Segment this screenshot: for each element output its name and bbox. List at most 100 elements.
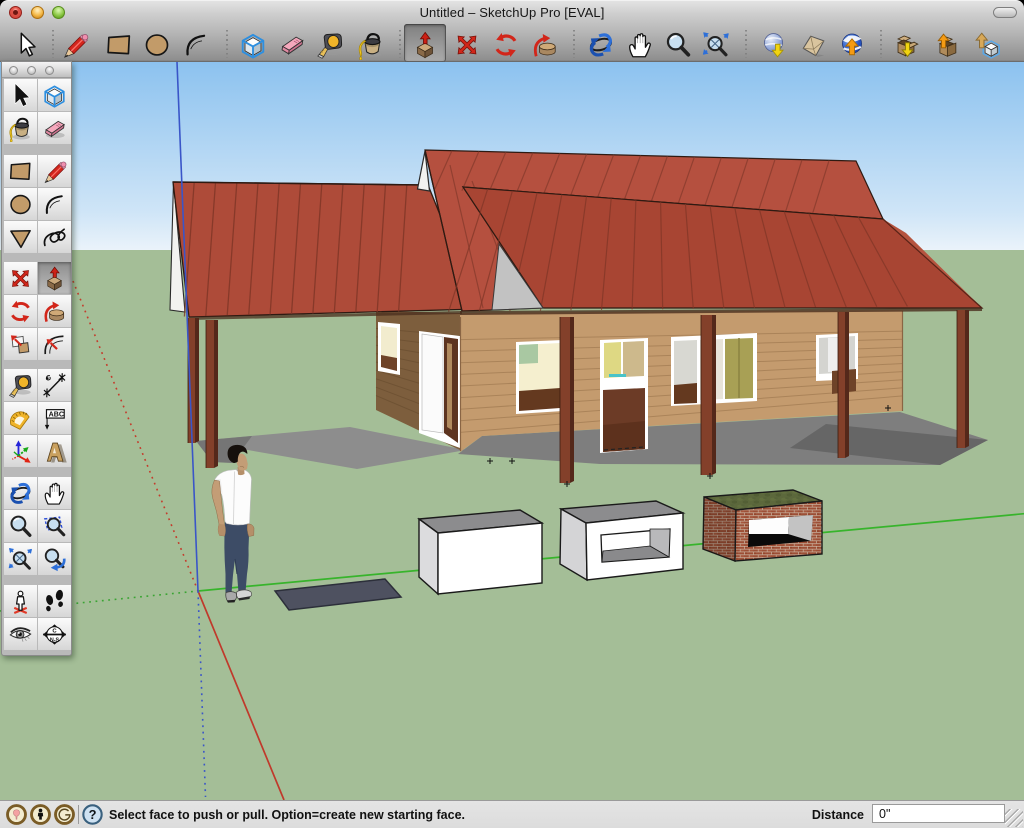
toolbar-pan-button[interactable]	[623, 28, 657, 61]
titlebar[interactable]: Untitled – SketchUp Pro [EVAL]	[0, 1, 1024, 23]
palette-window-button-1[interactable]	[9, 66, 18, 75]
palette-window-button-2[interactable]	[27, 66, 36, 75]
palette-line-button[interactable]	[38, 155, 71, 187]
palette-look-around-button[interactable]	[4, 618, 37, 650]
palette-3d-text-button[interactable]	[38, 435, 71, 467]
toolbar-separator	[226, 30, 228, 58]
toolbar-rectangle-button[interactable]	[102, 28, 136, 61]
geolocation-icon[interactable]	[6, 804, 27, 825]
toolbar-tape-measure-button[interactable]	[313, 28, 347, 61]
palette-arc-button[interactable]	[38, 188, 71, 220]
drawing-viewport[interactable]	[0, 62, 1024, 800]
palette-section-plane-button[interactable]	[38, 618, 71, 650]
viewport-3d-scene[interactable]	[0, 62, 1024, 800]
toolbar-select-button[interactable]	[9, 28, 43, 61]
zoom-window-icon	[41, 513, 68, 540]
toolbar-rotate-button[interactable]	[489, 28, 523, 61]
svg-text:?: ?	[89, 807, 97, 822]
palette-scale-button[interactable]	[4, 328, 37, 360]
toolbar-get-models-button[interactable]	[889, 28, 923, 61]
toolbar-follow-me-button[interactable]	[528, 28, 562, 61]
porch-post-4	[957, 310, 969, 448]
palette-make-component-button[interactable]	[38, 79, 71, 111]
google-icon[interactable]	[54, 804, 75, 825]
palette-zoom-extents-button[interactable]	[4, 543, 37, 575]
palette-pan-button[interactable]	[38, 477, 71, 509]
claim-credit-icon[interactable]	[30, 804, 51, 825]
toolbar-share-component-button[interactable]	[970, 28, 1004, 61]
move-icon	[7, 265, 34, 292]
distance-input[interactable]	[872, 804, 1005, 823]
toolbar-orbit-button[interactable]	[584, 28, 618, 61]
palette-walk-button[interactable]	[38, 585, 71, 617]
toolbar-paint-bucket-button[interactable]	[354, 28, 388, 61]
share-component-icon	[972, 30, 1002, 60]
zoom-icon	[7, 513, 34, 540]
arc-icon	[181, 30, 211, 60]
toolbar-zoom-button[interactable]	[661, 28, 695, 61]
palette-move-button[interactable]	[4, 262, 37, 294]
palette-orbit-button[interactable]	[4, 477, 37, 509]
toolbar-make-component-button[interactable]	[236, 28, 270, 61]
palette-select-button[interactable]	[4, 79, 37, 111]
main-toolbar	[0, 23, 1024, 63]
toolbar-zoom-extents-button[interactable]	[699, 28, 733, 61]
make-component-icon	[238, 30, 268, 60]
toolbar-eraser-button[interactable]	[275, 28, 309, 61]
follow-me-icon	[41, 298, 68, 325]
palette-rotate-button[interactable]	[4, 295, 37, 327]
palette-circle-button[interactable]	[4, 188, 37, 220]
get-current-view-icon	[759, 30, 789, 60]
hollow-box[interactable]	[560, 501, 683, 580]
toolbar-move-button[interactable]	[450, 28, 484, 61]
palette-text-button[interactable]	[38, 402, 71, 434]
offset-icon	[41, 331, 68, 358]
palette-dimension-button[interactable]	[38, 369, 71, 401]
palette-push-pull-button[interactable]	[38, 262, 71, 294]
text-icon	[41, 405, 68, 432]
paint-bucket-icon	[7, 115, 34, 142]
help-icon[interactable]: ?	[82, 804, 103, 825]
get-models-icon	[891, 30, 921, 60]
wing-roof	[170, 182, 478, 317]
toolbar-place-model-button[interactable]	[835, 28, 869, 61]
statusbar-separator	[78, 805, 79, 824]
palette-offset-button[interactable]	[38, 328, 71, 360]
palette-protractor-button[interactable]	[4, 402, 37, 434]
palette-eraser-button[interactable]	[38, 112, 71, 144]
palette-follow-me-button[interactable]	[38, 295, 71, 327]
toolbar-toggle-pill[interactable]	[993, 7, 1017, 18]
white-box[interactable]	[419, 510, 542, 594]
palette-zoom-button[interactable]	[4, 510, 37, 542]
place-model-icon	[837, 30, 867, 60]
resize-grip[interactable]	[1005, 809, 1023, 827]
eraser-icon	[41, 115, 68, 142]
brick-box[interactable]	[703, 490, 822, 561]
section-plane-icon	[41, 621, 68, 648]
palette-paint-bucket-button[interactable]	[4, 112, 37, 144]
toolbar-share-models-button[interactable]	[929, 28, 963, 61]
west-window	[378, 322, 400, 375]
palette-rectangle-button[interactable]	[4, 155, 37, 187]
paint-bucket-icon	[356, 30, 386, 60]
large-tool-set-palette[interactable]	[1, 61, 72, 656]
scale-icon	[7, 331, 34, 358]
3d-text-icon	[41, 438, 68, 465]
toolbar-toggle-terrain-button[interactable]	[796, 28, 830, 61]
palette-window-button-3[interactable]	[45, 66, 54, 75]
palette-zoom-previous-button[interactable]	[38, 543, 71, 575]
toolbar-line-button[interactable]	[58, 28, 92, 61]
orbit-icon	[586, 30, 616, 60]
palette-tape-measure-button[interactable]	[4, 369, 37, 401]
toolbar-get-current-view-button[interactable]	[757, 28, 791, 61]
palette-polygon-button[interactable]	[4, 221, 37, 253]
toolbar-push-pull-button[interactable]	[408, 28, 442, 61]
palette-titlebar[interactable]	[2, 62, 71, 78]
palette-axes-button[interactable]	[4, 435, 37, 467]
toolbar-circle-button[interactable]	[140, 28, 174, 61]
toolbar-arc-button[interactable]	[179, 28, 213, 61]
palette-freehand-button[interactable]	[38, 221, 71, 253]
palette-zoom-window-button[interactable]	[38, 510, 71, 542]
palette-position-camera-button[interactable]	[4, 585, 37, 617]
porch-post-1	[560, 317, 574, 483]
